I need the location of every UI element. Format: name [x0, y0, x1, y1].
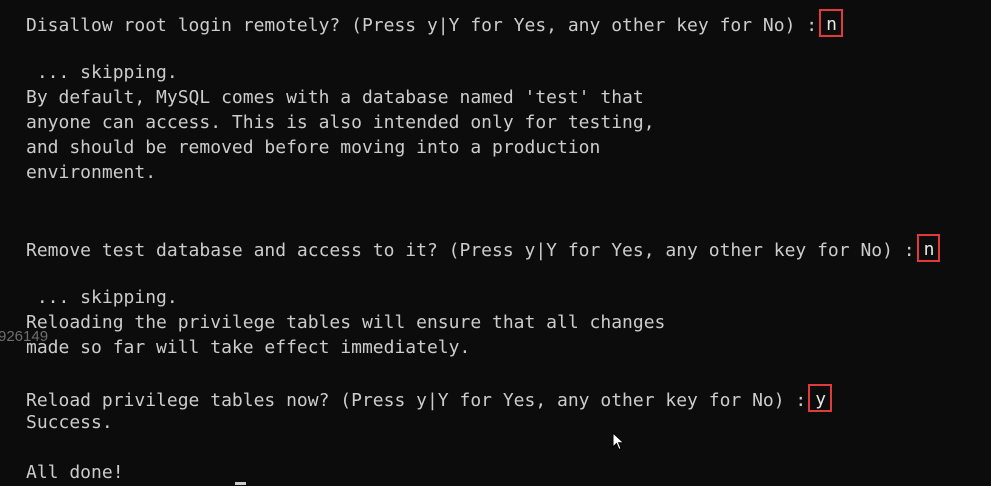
output-line: environment.	[26, 162, 157, 183]
text-cursor	[235, 482, 246, 485]
prompt-text: Disallow root login remotely? (Press y|Y…	[26, 15, 818, 36]
watermark: 926149	[0, 328, 49, 345]
output-line: Success.	[26, 412, 113, 433]
arrow-cursor-icon	[612, 432, 625, 451]
output-line: and should be removed before moving into…	[26, 137, 601, 158]
answer-reload-privileges: y	[808, 384, 833, 412]
prompt-reload-privileges: Reload privilege tables now? (Press y|Y …	[26, 384, 833, 412]
output-line: anyone can access. This is also intended…	[26, 112, 655, 133]
output-line: ... skipping.	[26, 287, 178, 308]
output-line: All done!	[26, 462, 124, 483]
prompt-text: Remove test database and access to it? (…	[26, 240, 915, 261]
output-line: Reloading the privilege tables will ensu…	[26, 312, 666, 333]
output-line: By default, MySQL comes with a database …	[26, 87, 644, 108]
answer-remove-test-db: n	[916, 234, 941, 262]
terminal-window[interactable]: Disallow root login remotely? (Press y|Y…	[0, 0, 991, 486]
prompt-disallow-root: Disallow root login remotely? (Press y|Y…	[26, 9, 843, 37]
prompt-text: Reload privilege tables now? (Press y|Y …	[26, 390, 807, 411]
answer-disallow-root: n	[819, 9, 843, 37]
prompt-remove-test-db: Remove test database and access to it? (…	[26, 234, 941, 262]
output-line: ... skipping.	[26, 62, 178, 83]
output-line: made so far will take effect immediately…	[26, 337, 471, 358]
